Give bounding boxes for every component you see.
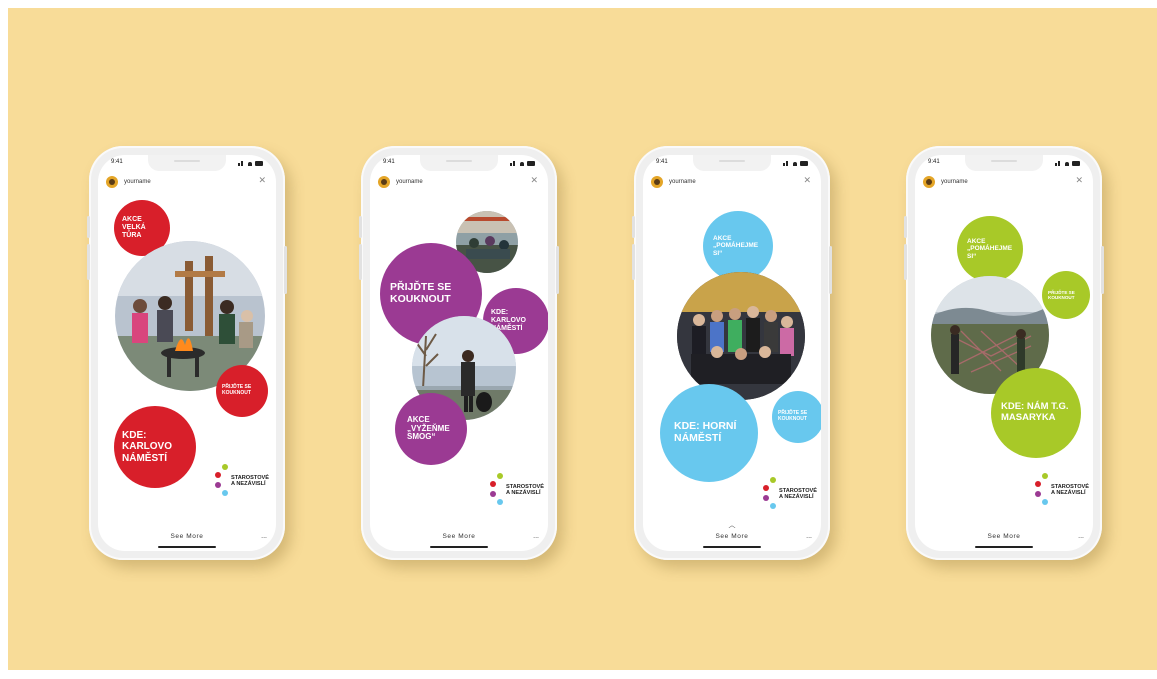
notch — [693, 155, 771, 171]
close-icon[interactable]: ✕ — [258, 176, 266, 185]
side-button — [359, 244, 362, 280]
more-options-icon[interactable]: ... — [261, 533, 267, 540]
event-photo — [677, 272, 805, 400]
logo-line-2: A NEZÁVISLÍ — [506, 490, 541, 497]
side-button — [87, 216, 90, 238]
signal-wifi-battery-icon — [783, 160, 809, 166]
background: 9:41 yourname ✕ AKCE VELKÁ TŮRA PŘIJĎTE … — [8, 8, 1157, 670]
phone-mockup-3: 9:41 yourname ✕ AKCE „POMÁHEJME SI“ KDE:… — [632, 146, 832, 560]
side-button — [359, 216, 362, 238]
logo-line-2: A NEZÁVISLÍ — [779, 494, 814, 501]
location-circle: KDE: KARLOVO NÁMĚSTÍ — [114, 406, 196, 488]
see-more-link[interactable]: See More — [370, 533, 548, 540]
side-button — [1101, 246, 1104, 294]
status-time: 9:41 — [111, 159, 123, 165]
event-name-circle: AKCE „POMÁHEJME SI“ — [957, 216, 1023, 282]
close-icon[interactable]: ✕ — [803, 176, 811, 185]
close-icon[interactable]: ✕ — [530, 176, 538, 185]
come-and-see-circle: PŘIJĎTE SE KOUKNOUT — [216, 365, 268, 417]
phone-mockup-1: 9:41 yourname ✕ AKCE VELKÁ TŮRA PŘIJĎTE … — [87, 146, 287, 560]
username[interactable]: yourname — [941, 179, 968, 185]
more-options-icon[interactable]: ... — [806, 533, 812, 540]
side-button — [904, 216, 907, 238]
location-circle: KDE: HORNÍ NÁMĚSTÍ — [660, 384, 758, 482]
more-options-icon[interactable]: ... — [533, 533, 539, 540]
side-button — [556, 246, 559, 294]
home-indicator — [703, 546, 761, 548]
side-button — [632, 244, 635, 280]
status-time: 9:41 — [928, 159, 940, 165]
avatar[interactable] — [651, 176, 663, 188]
logo-line-2: A NEZÁVISLÍ — [231, 481, 266, 488]
story-screen-2: 9:41 yourname ✕ PŘIJĎTE SE KOUKNOUT KDE:… — [370, 155, 548, 551]
home-indicator — [430, 546, 488, 548]
party-logo: STAROSTOVÉ A NEZÁVISLÍ — [1035, 473, 1093, 511]
notch — [148, 155, 226, 171]
event-name-circle: AKCE „VYŽEŇME SMOG“ — [395, 393, 467, 465]
username[interactable]: yourname — [396, 179, 423, 185]
see-more-link[interactable]: See More — [643, 533, 821, 540]
event-name-circle: AKCE „POMÁHEJME SI“ — [703, 211, 773, 281]
close-icon[interactable]: ✕ — [1075, 176, 1083, 185]
come-and-see-circle: PŘIJĎTE SE KOUKNOUT — [1042, 271, 1090, 319]
phone-mockup-4: 9:41 yourname ✕ AKCE „POMÁHEJME SI“ PŘIJ… — [904, 146, 1104, 560]
logo-line-2: A NEZÁVISLÍ — [1051, 490, 1086, 497]
side-button — [829, 246, 832, 294]
location-circle: KDE: NÁM T.G. MASARYKA — [991, 368, 1081, 458]
side-button — [284, 246, 287, 294]
signal-wifi-battery-icon — [238, 160, 264, 166]
avatar[interactable] — [106, 176, 118, 188]
signal-wifi-battery-icon — [510, 160, 536, 166]
party-logo: STAROSTOVÉ A NEZÁVISLÍ — [763, 477, 821, 515]
party-logo: STAROSTOVÉ A NEZÁVISLÍ — [215, 464, 276, 502]
avatar[interactable] — [378, 176, 390, 188]
come-and-see-circle: PŘIJĎTE SE KOUKNOUT — [772, 391, 821, 443]
side-button — [632, 216, 635, 238]
side-button — [904, 244, 907, 280]
story-screen-3: 9:41 yourname ✕ AKCE „POMÁHEJME SI“ KDE:… — [643, 155, 821, 551]
username[interactable]: yourname — [669, 179, 696, 185]
avatar[interactable] — [923, 176, 935, 188]
status-time: 9:41 — [383, 159, 395, 165]
more-options-icon[interactable]: ... — [1078, 533, 1084, 540]
party-logo: STAROSTOVÉ A NEZÁVISLÍ — [490, 473, 548, 511]
story-screen-1: 9:41 yourname ✕ AKCE VELKÁ TŮRA PŘIJĎTE … — [98, 155, 276, 551]
phone-mockup-2: 9:41 yourname ✕ PŘIJĎTE SE KOUKNOUT KDE:… — [359, 146, 559, 560]
status-time: 9:41 — [656, 159, 668, 165]
side-button — [87, 244, 90, 280]
notch — [420, 155, 498, 171]
notch — [965, 155, 1043, 171]
see-more-link[interactable]: See More — [915, 533, 1093, 540]
home-indicator — [158, 546, 216, 548]
see-more-link[interactable]: See More — [98, 533, 276, 540]
signal-wifi-battery-icon — [1055, 160, 1081, 166]
chevron-up-icon[interactable]: ︿ — [643, 520, 821, 530]
username[interactable]: yourname — [124, 179, 151, 185]
story-screen-4: 9:41 yourname ✕ AKCE „POMÁHEJME SI“ PŘIJ… — [915, 155, 1093, 551]
home-indicator — [975, 546, 1033, 548]
